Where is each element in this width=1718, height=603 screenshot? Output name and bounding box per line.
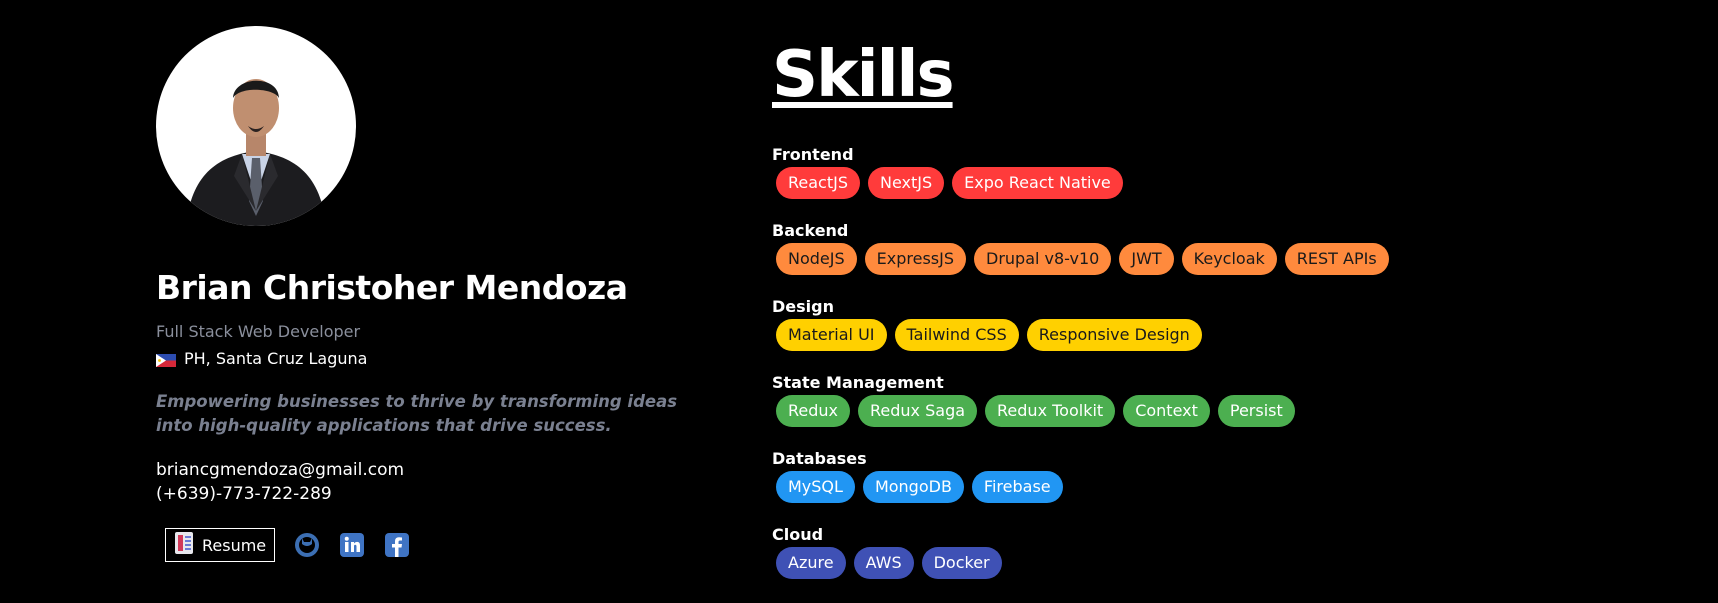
skill-chip[interactable]: JWT (1119, 243, 1174, 275)
profile-role: Full Stack Web Developer (156, 322, 361, 341)
skill-category: Cloud Azure AWS Docker (772, 524, 1002, 579)
skill-chip[interactable]: Tailwind CSS (894, 319, 1019, 351)
skill-chip[interactable]: Persist (1217, 395, 1295, 427)
resume-button[interactable]: Resume (165, 528, 276, 562)
skill-category: Backend NodeJS ExpressJS Drupal v8-v10 JWT Ke… (772, 220, 1389, 275)
skill-category: Frontend ReactJS NextJS Expo React Native (772, 144, 1123, 199)
skill-chip-list: ReactJS NextJS Expo React Native (776, 167, 1123, 199)
phone-text[interactable]: (+639)-773-722-289 (156, 484, 332, 504)
document-icon (174, 531, 194, 559)
skill-category-title: Databases (772, 449, 867, 468)
skill-chip[interactable]: Azure (776, 547, 846, 579)
skill-chip[interactable]: MySQL (776, 471, 855, 503)
skill-chip[interactable]: Keycloak (1181, 243, 1277, 275)
skill-chip[interactable]: Drupal v8-v10 (974, 243, 1112, 275)
skill-chip[interactable]: Material UI (776, 319, 887, 351)
person-portrait-icon (186, 79, 326, 226)
social-links: Resume (165, 528, 410, 562)
linkedin-icon[interactable] (339, 532, 365, 558)
skill-chip[interactable]: Expo React Native (952, 167, 1123, 199)
skill-category-title: State Management (772, 373, 944, 392)
skill-chip[interactable]: ReactJS (776, 167, 860, 199)
skill-chip-list: Redux Redux Saga Redux Toolkit Context Persi… (776, 395, 1295, 427)
location-text: PH, Santa Cruz Laguna (184, 349, 368, 368)
skill-chip[interactable]: Firebase (971, 471, 1063, 503)
skill-chip[interactable]: REST APIs (1284, 243, 1389, 275)
skill-chip[interactable]: NextJS (868, 167, 945, 199)
skill-chip[interactable]: Redux Toolkit (985, 395, 1116, 427)
philippines-flag-icon (156, 352, 176, 367)
profile-panel: Brian Christoher Mendoza Full Stack Web … (156, 26, 716, 562)
skill-chip-list: MySQL MongoDB Firebase (776, 471, 1063, 503)
skill-chip[interactable]: NodeJS (776, 243, 857, 275)
profile-name: Brian Christoher Mendoza (156, 268, 628, 307)
profile-tagline: Empowering businesses to thrive by trans… (156, 392, 678, 435)
skill-chip[interactable]: Context (1123, 395, 1210, 427)
skill-chip[interactable]: ExpressJS (864, 243, 966, 275)
skill-chip[interactable]: Responsive Design (1026, 319, 1202, 351)
facebook-icon[interactable] (384, 532, 410, 558)
email-link[interactable]: briancgmendoza@gmail.com (156, 460, 404, 480)
skill-chip-list: Azure AWS Docker (776, 547, 1002, 579)
skill-chip[interactable]: Docker (921, 547, 1002, 579)
skill-chip-list: NodeJS ExpressJS Drupal v8-v10 JWT Keycloak R… (776, 243, 1389, 275)
skill-chip[interactable]: Redux Saga (858, 395, 978, 427)
skill-chip[interactable]: AWS (853, 547, 914, 579)
skill-category: Design Material UI Tailwind CSS Responsive … (772, 296, 1202, 351)
profile-location: PH, Santa Cruz Laguna (156, 349, 367, 368)
resume-label: Resume (202, 535, 267, 555)
skill-chip[interactable]: MongoDB (862, 471, 964, 503)
github-icon[interactable] (294, 532, 320, 558)
skill-category-title: Design (772, 297, 834, 316)
skill-category-title: Cloud (772, 525, 824, 544)
skill-chip[interactable]: Redux (776, 395, 851, 427)
skills-panel: Skills Frontend ReactJS NextJS Expo React N… (772, 38, 1672, 579)
skill-category: Databases MySQL MongoDB Firebase (772, 448, 1063, 503)
skill-chip-list: Material UI Tailwind CSS Responsive Design (776, 319, 1202, 351)
skill-category-title: Backend (772, 221, 849, 240)
skill-category-title: Frontend (772, 145, 854, 164)
profile-avatar (156, 26, 356, 226)
skills-heading: Skills (772, 38, 955, 112)
skill-category: State Management Redux Redux Saga Redux Too… (772, 372, 1295, 427)
